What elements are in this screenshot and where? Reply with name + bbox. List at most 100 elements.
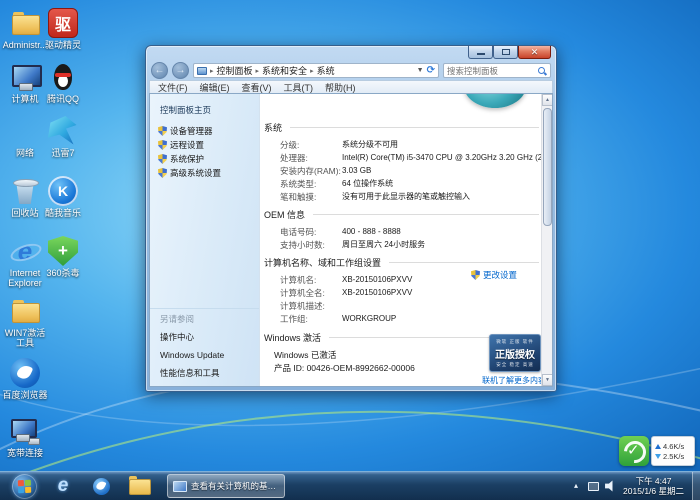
tray-time: 下午 4:47	[623, 476, 684, 486]
sidebar-item-advanced-settings[interactable]: 高级系统设置	[158, 167, 221, 179]
breadcrumb-system-security[interactable]: 系统和安全	[262, 64, 307, 77]
computer-icon	[10, 62, 40, 92]
breadcrumb-separator: ▸	[210, 67, 214, 75]
scroll-down-arrow[interactable]: ▼	[542, 374, 553, 386]
section-header: 计算机名称、域和工作组设置	[264, 256, 539, 269]
badge-main-text: 正版授权	[490, 346, 540, 361]
forward-button[interactable]: →	[172, 62, 189, 79]
back-button[interactable]: ←	[151, 62, 168, 79]
tray-clock[interactable]: 下午 4:47 2015/1/6 星期二	[623, 476, 684, 496]
desktop-icon-label: 百度浏览器	[2, 390, 48, 400]
sidebar-item-device-manager[interactable]: 设备管理器	[158, 125, 213, 137]
desktop-icon-kuwo-music[interactable]: K酷我音乐	[40, 176, 86, 218]
search-icon	[537, 66, 547, 76]
breadcrumb-system[interactable]: 系统	[317, 64, 335, 77]
shield-icon: +	[48, 236, 78, 266]
vertical-scrollbar[interactable]: ▲ ▼	[541, 94, 552, 386]
net-speed-widget[interactable]: 4.6K/s 2.5K/s	[619, 436, 695, 466]
minimize-button[interactable]	[468, 46, 493, 59]
window-titlebar[interactable]: ✕	[149, 46, 553, 61]
section-oem: OEM 信息 电话号码:400 - 888 - 8888 支持小时数:周日至周六…	[264, 208, 539, 251]
active-task-button[interactable]: 查看有关计算机的基本信息	[167, 474, 285, 498]
system-info-panel: 系统 分级:系统分级不可用 处理器:Intel(R) Core(TM) i5-3…	[260, 94, 541, 386]
info-row-support-hours: 支持小时数:周日至周六 24小时服务	[264, 238, 539, 251]
desktop-icon-tencent-qq[interactable]: 腾讯QQ	[40, 62, 86, 104]
qq-icon	[48, 62, 78, 92]
genuine-windows-badge[interactable]: 微软 正版 软件 正版授权 安全 稳定 高速	[489, 334, 541, 372]
row-label: 支持小时数:	[280, 239, 342, 251]
upload-speed: 4.6K/s	[663, 442, 684, 451]
desktop-icon-win7-activate-tool[interactable]: WIN7激活工具	[2, 296, 48, 348]
menu-tools[interactable]: 工具(T)	[284, 81, 314, 94]
task-button-label: 查看有关计算机的基本信息	[191, 480, 279, 492]
security-check-ball-icon[interactable]	[619, 436, 649, 466]
show-hidden-icons-button[interactable]: ▴	[570, 480, 582, 492]
desktop-icon-label: WIN7激活工具	[2, 328, 48, 348]
recycle-icon	[10, 176, 40, 206]
scroll-up-arrow[interactable]: ▲	[542, 94, 553, 106]
scrollbar-thumb[interactable]	[543, 108, 552, 226]
info-row-workgroup: 工作组:WORKGROUP	[264, 312, 539, 325]
sidebar-item-performance-tools[interactable]: 性能信息和工具	[160, 367, 249, 379]
network-tray-icon[interactable]	[588, 482, 599, 491]
sidebar-item-system-protection[interactable]: 系统保护	[158, 153, 204, 165]
breadcrumb-separator: ▸	[310, 67, 314, 75]
breadcrumb-control-panel[interactable]: 控制面板	[217, 64, 253, 77]
taskbar: e 查看有关计算机的基本信息 ▴ 下午 4:47 2015/1/6 星期二	[0, 471, 700, 500]
volume-tray-icon[interactable]	[605, 480, 617, 492]
taskbar-browser-icon[interactable]	[89, 474, 113, 498]
desktop-icon-xunlei7[interactable]: 迅雷7	[40, 116, 86, 158]
sidebar-item-control-panel-home[interactable]: 控制面板主页	[160, 104, 211, 116]
taskbar-explorer-icon[interactable]	[127, 474, 151, 498]
close-button[interactable]: ✕	[518, 46, 551, 59]
row-value: 400 - 888 - 8888	[342, 227, 401, 236]
info-row-system-type: 系统类型:64 位操作系统	[264, 177, 539, 190]
menu-edit[interactable]: 编辑(E)	[200, 81, 230, 94]
desktop-icon-label: 酷我音乐	[40, 208, 86, 218]
breadcrumb-separator: ▸	[256, 67, 260, 75]
desktop-icon-antivirus[interactable]: +360杀毒	[40, 236, 86, 278]
sidebar-item-windows-update[interactable]: Windows Update	[160, 350, 249, 360]
browser-icon	[93, 478, 110, 495]
row-value: WORKGROUP	[342, 314, 396, 323]
windows-orb-graphic	[464, 94, 526, 108]
refresh-icon[interactable]: ⟳	[427, 65, 435, 76]
menu-file[interactable]: 文件(F)	[158, 81, 188, 94]
sidebar-item-remote-settings[interactable]: 远程设置	[158, 139, 204, 151]
row-value: 周日至周六 24小时服务	[342, 239, 425, 250]
desktop-icon-drive-genius[interactable]: 驱驱动精灵	[40, 8, 86, 50]
info-row-description: 计算机描述:	[264, 299, 539, 312]
row-value: Intel(R) Core(TM) i5-3470 CPU @ 3.20GHz …	[342, 152, 541, 163]
maximize-button[interactable]	[493, 46, 518, 59]
info-row-processor: 处理器:Intel(R) Core(TM) i5-3470 CPU @ 3.20…	[264, 151, 539, 164]
start-button[interactable]	[12, 474, 37, 499]
desktop: Administr...驱驱动精灵计算机腾讯QQ网络迅雷7回收站K酷我音乐eIn…	[0, 0, 700, 500]
thunder-icon	[48, 116, 78, 146]
section-computer-name: 计算机名称、域和工作组设置 更改设置 计算机名:XB-20150106PXVV …	[264, 256, 539, 325]
menu-help[interactable]: 帮助(H)	[325, 81, 356, 94]
show-desktop-button[interactable]	[692, 472, 700, 500]
tray-date: 2015/1/6 星期二	[623, 486, 684, 496]
menu-view[interactable]: 查看(V)	[242, 81, 272, 94]
address-dropdown-icon[interactable]: ▼	[417, 67, 424, 74]
rating-unavailable-link[interactable]: 系统分级不可用	[342, 139, 398, 150]
change-settings-link[interactable]: 更改设置	[471, 269, 517, 281]
learn-more-link[interactable]: 联机了解更多内容...	[482, 375, 541, 386]
minimize-icon	[477, 53, 485, 55]
section-header: OEM 信息	[264, 208, 539, 221]
search-box[interactable]	[443, 63, 551, 78]
drive-genius-icon: 驱	[48, 8, 78, 38]
control-panel-icon	[197, 67, 207, 75]
info-row-ram: 安装内存(RAM):3.03 GB	[264, 164, 539, 177]
desktop-icon-baidu-browser[interactable]: 百度浏览器	[2, 358, 48, 400]
desktop-icon-broadband[interactable]: 宽带连接	[2, 416, 48, 458]
address-bar[interactable]: ▸ 控制面板 ▸ 系统和安全 ▸ 系统 ▼ ⟳	[193, 63, 439, 78]
net-speed-panel[interactable]: 4.6K/s 2.5K/s	[651, 436, 695, 466]
sidebar-item-action-center[interactable]: 操作中心	[160, 331, 249, 343]
broadband-icon	[10, 416, 40, 446]
search-input[interactable]	[447, 66, 537, 76]
uac-shield-icon	[158, 140, 167, 150]
windows-flag-icon	[18, 479, 31, 492]
taskbar-ie-icon[interactable]: e	[51, 474, 75, 498]
badge-bottom-text: 安全 稳定 高速	[490, 362, 540, 368]
